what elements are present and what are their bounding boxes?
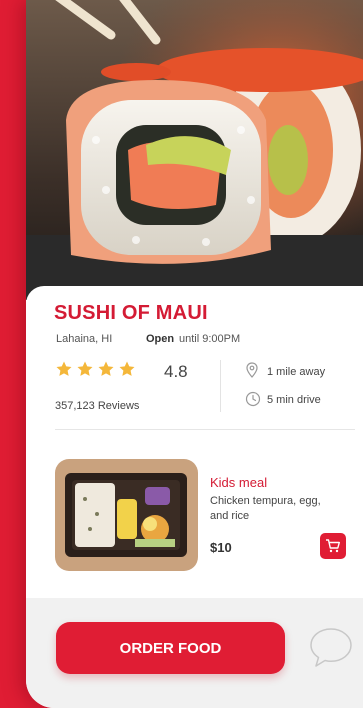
open-status: Open — [146, 333, 175, 345]
rating-value: 4.8 — [164, 362, 188, 381]
star-icon — [119, 361, 135, 376]
star-icon — [77, 361, 93, 376]
star-icon — [98, 361, 114, 376]
hero-photo — [26, 0, 363, 300]
chat-bubble-icon[interactable] — [307, 625, 355, 669]
meal-description: Chicken tempura, egg, and rice — [210, 495, 321, 522]
review-count: 357,123 Reviews — [55, 400, 140, 412]
restaurant-name: SUSHI OF MAUI — [54, 302, 208, 324]
meal-title[interactable]: Kids meal — [210, 475, 267, 490]
meal-price: $10 — [210, 540, 232, 555]
restaurant-card: SUSHI OF MAUI Lahaina, HI Open until 9:0… — [26, 0, 363, 708]
stats-divider — [220, 360, 221, 412]
drive-time-text: 5 min drive — [267, 394, 321, 406]
add-to-cart-button[interactable] — [320, 533, 346, 559]
cart-icon — [326, 539, 340, 553]
meal-photo[interactable] — [55, 459, 198, 571]
star-rating — [55, 360, 136, 378]
open-hours: until 9:00PM — [179, 333, 241, 345]
location-pin-icon — [246, 362, 258, 378]
distance-text: 1 mile away — [267, 366, 326, 378]
star-icon — [56, 361, 72, 376]
section-divider — [55, 429, 355, 430]
clock-icon — [245, 391, 261, 407]
restaurant-location: Lahaina, HI — [56, 333, 113, 345]
order-food-button[interactable]: ORDER FOOD — [56, 622, 285, 674]
